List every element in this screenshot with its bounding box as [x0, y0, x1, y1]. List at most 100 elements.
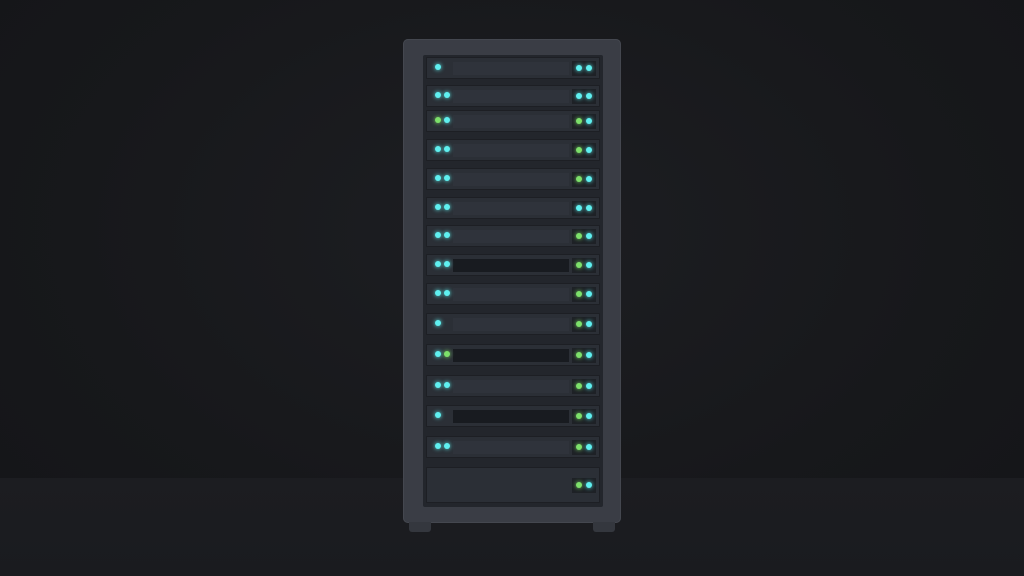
status-led-icon [435, 146, 441, 152]
server-unit [426, 344, 600, 366]
port-panel [572, 89, 596, 104]
status-led-icon [444, 290, 450, 296]
activity-led-icon [586, 352, 592, 358]
status-led-icon [444, 382, 450, 388]
status-led-icon [444, 175, 450, 181]
port-panel [572, 143, 596, 158]
status-led-icon [435, 117, 441, 123]
port-panel [572, 114, 596, 129]
server-unit [426, 313, 600, 335]
status-led-icon [435, 232, 441, 238]
activity-led-icon [576, 444, 582, 450]
status-led-icon [444, 146, 450, 152]
server-unit [426, 254, 600, 276]
drive-slot [453, 318, 569, 331]
server-rack [403, 39, 621, 523]
activity-led-icon [586, 291, 592, 297]
activity-led-icon [576, 65, 582, 71]
server-unit [426, 467, 600, 503]
server-unit [426, 405, 600, 427]
activity-led-icon [586, 118, 592, 124]
drive-slot [453, 90, 569, 103]
rack-bay [423, 55, 603, 507]
activity-led-icon [576, 413, 582, 419]
drive-slot [453, 380, 569, 393]
port-panel [572, 348, 596, 363]
status-led-icon [444, 232, 450, 238]
drive-slot [453, 259, 569, 272]
activity-led-icon [576, 352, 582, 358]
drive-slot [453, 115, 569, 128]
activity-led-icon [586, 482, 592, 488]
server-unit [426, 139, 600, 161]
status-led-icon [444, 261, 450, 267]
status-led-icon [444, 117, 450, 123]
drive-slot [453, 62, 569, 75]
activity-led-icon [576, 118, 582, 124]
server-unit [426, 110, 600, 132]
drive-slot [453, 230, 569, 243]
status-led-icon [444, 92, 450, 98]
activity-led-icon [586, 65, 592, 71]
port-panel [572, 201, 596, 216]
activity-led-icon [586, 176, 592, 182]
drive-slot [453, 173, 569, 186]
port-panel [572, 229, 596, 244]
port-panel [572, 61, 596, 76]
activity-led-icon [576, 383, 582, 389]
port-panel [572, 379, 596, 394]
status-led-icon [435, 412, 441, 418]
activity-led-icon [576, 205, 582, 211]
status-led-icon [435, 175, 441, 181]
activity-led-icon [576, 321, 582, 327]
status-led-icon [435, 64, 441, 70]
activity-led-icon [576, 233, 582, 239]
activity-led-icon [586, 233, 592, 239]
port-panel [572, 409, 596, 424]
server-unit [426, 283, 600, 305]
rack-foot-right [593, 522, 615, 532]
server-unit [426, 436, 600, 458]
activity-led-icon [576, 291, 582, 297]
status-led-icon [435, 351, 441, 357]
server-unit [426, 225, 600, 247]
status-led-icon [444, 204, 450, 210]
drive-slot [453, 144, 569, 157]
status-led-icon [435, 261, 441, 267]
activity-led-icon [586, 262, 592, 268]
status-led-icon [444, 443, 450, 449]
activity-led-icon [576, 147, 582, 153]
server-unit [426, 85, 600, 107]
activity-led-icon [576, 93, 582, 99]
activity-led-icon [586, 321, 592, 327]
activity-led-icon [576, 176, 582, 182]
rack-foot-left [409, 522, 431, 532]
server-unit [426, 375, 600, 397]
port-panel [572, 287, 596, 302]
status-led-icon [435, 320, 441, 326]
activity-led-icon [586, 413, 592, 419]
drive-slot [453, 349, 569, 362]
server-unit [426, 168, 600, 190]
drive-slot [453, 288, 569, 301]
status-led-icon [435, 204, 441, 210]
port-panel [572, 478, 596, 493]
activity-led-icon [586, 444, 592, 450]
status-led-icon [444, 351, 450, 357]
status-led-icon [435, 382, 441, 388]
activity-led-icon [586, 205, 592, 211]
server-room-scene [0, 0, 1024, 576]
server-unit [426, 197, 600, 219]
port-panel [572, 172, 596, 187]
activity-led-icon [586, 383, 592, 389]
activity-led-icon [586, 147, 592, 153]
activity-led-icon [586, 93, 592, 99]
server-unit [426, 57, 600, 79]
activity-led-icon [576, 262, 582, 268]
drive-slot [453, 202, 569, 215]
status-led-icon [435, 443, 441, 449]
activity-led-icon [576, 482, 582, 488]
drive-slot [453, 410, 569, 423]
drive-slot [453, 441, 569, 454]
status-led-icon [435, 290, 441, 296]
